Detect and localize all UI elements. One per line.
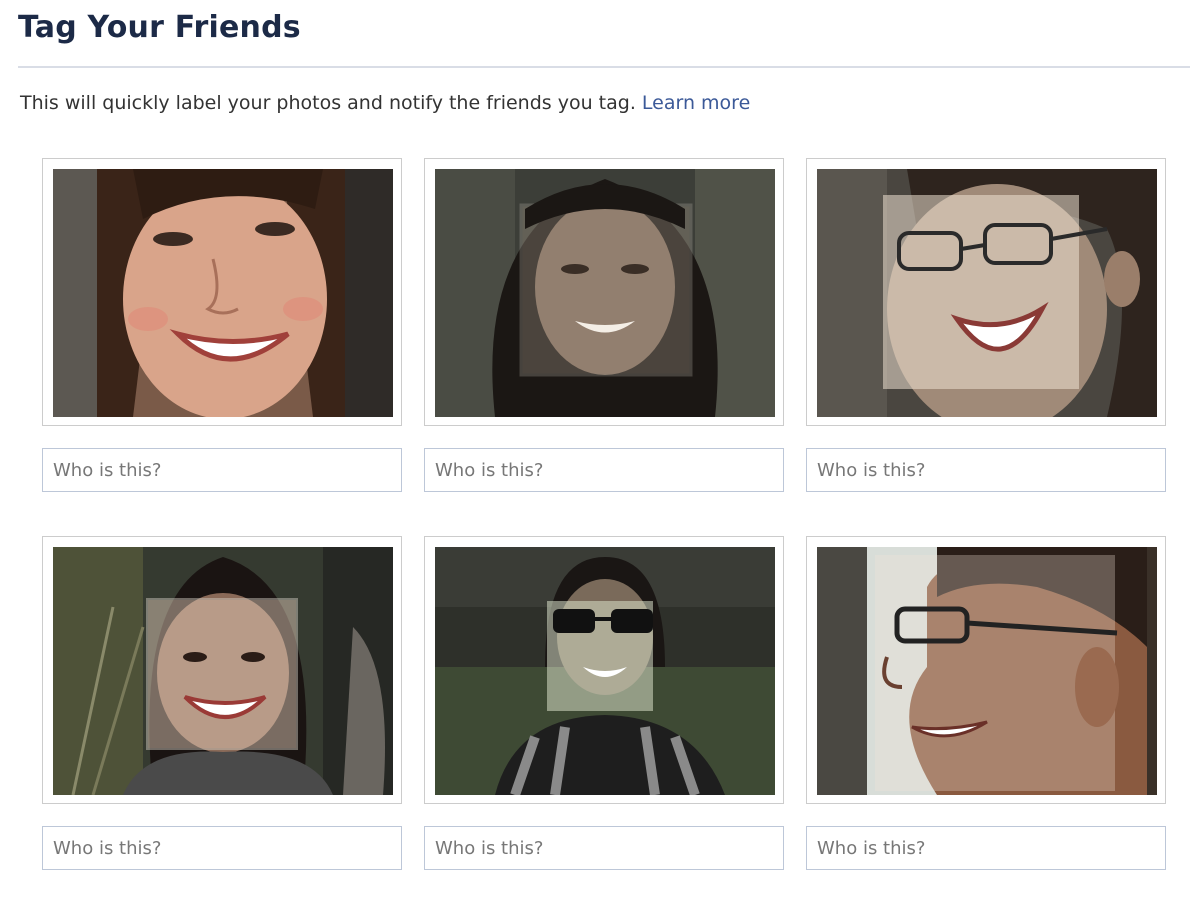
who-is-this-input[interactable] xyxy=(42,448,402,492)
who-is-this-input[interactable] xyxy=(806,448,1166,492)
who-is-this-input[interactable] xyxy=(806,826,1166,870)
face-grid xyxy=(0,0,1200,900)
photo-frame[interactable] xyxy=(424,536,784,804)
face-photo xyxy=(435,169,775,417)
photo-frame[interactable] xyxy=(806,158,1166,426)
who-is-this-input[interactable] xyxy=(424,448,784,492)
face-photo-image xyxy=(817,169,1157,417)
face-photo-image xyxy=(53,547,393,795)
face-photo xyxy=(53,547,393,795)
photo-frame[interactable] xyxy=(424,158,784,426)
face-photo xyxy=(817,169,1157,417)
face-photo xyxy=(53,169,393,417)
who-is-this-input[interactable] xyxy=(424,826,784,870)
face-photo xyxy=(817,547,1157,795)
face-photo-image xyxy=(53,169,393,417)
photo-frame[interactable] xyxy=(42,536,402,804)
face-photo-image xyxy=(435,169,775,417)
photo-frame[interactable] xyxy=(42,158,402,426)
face-photo xyxy=(435,547,775,795)
who-is-this-input[interactable] xyxy=(42,826,402,870)
face-photo-image xyxy=(817,547,1157,795)
photo-frame[interactable] xyxy=(806,536,1166,804)
face-photo-image xyxy=(435,547,775,795)
